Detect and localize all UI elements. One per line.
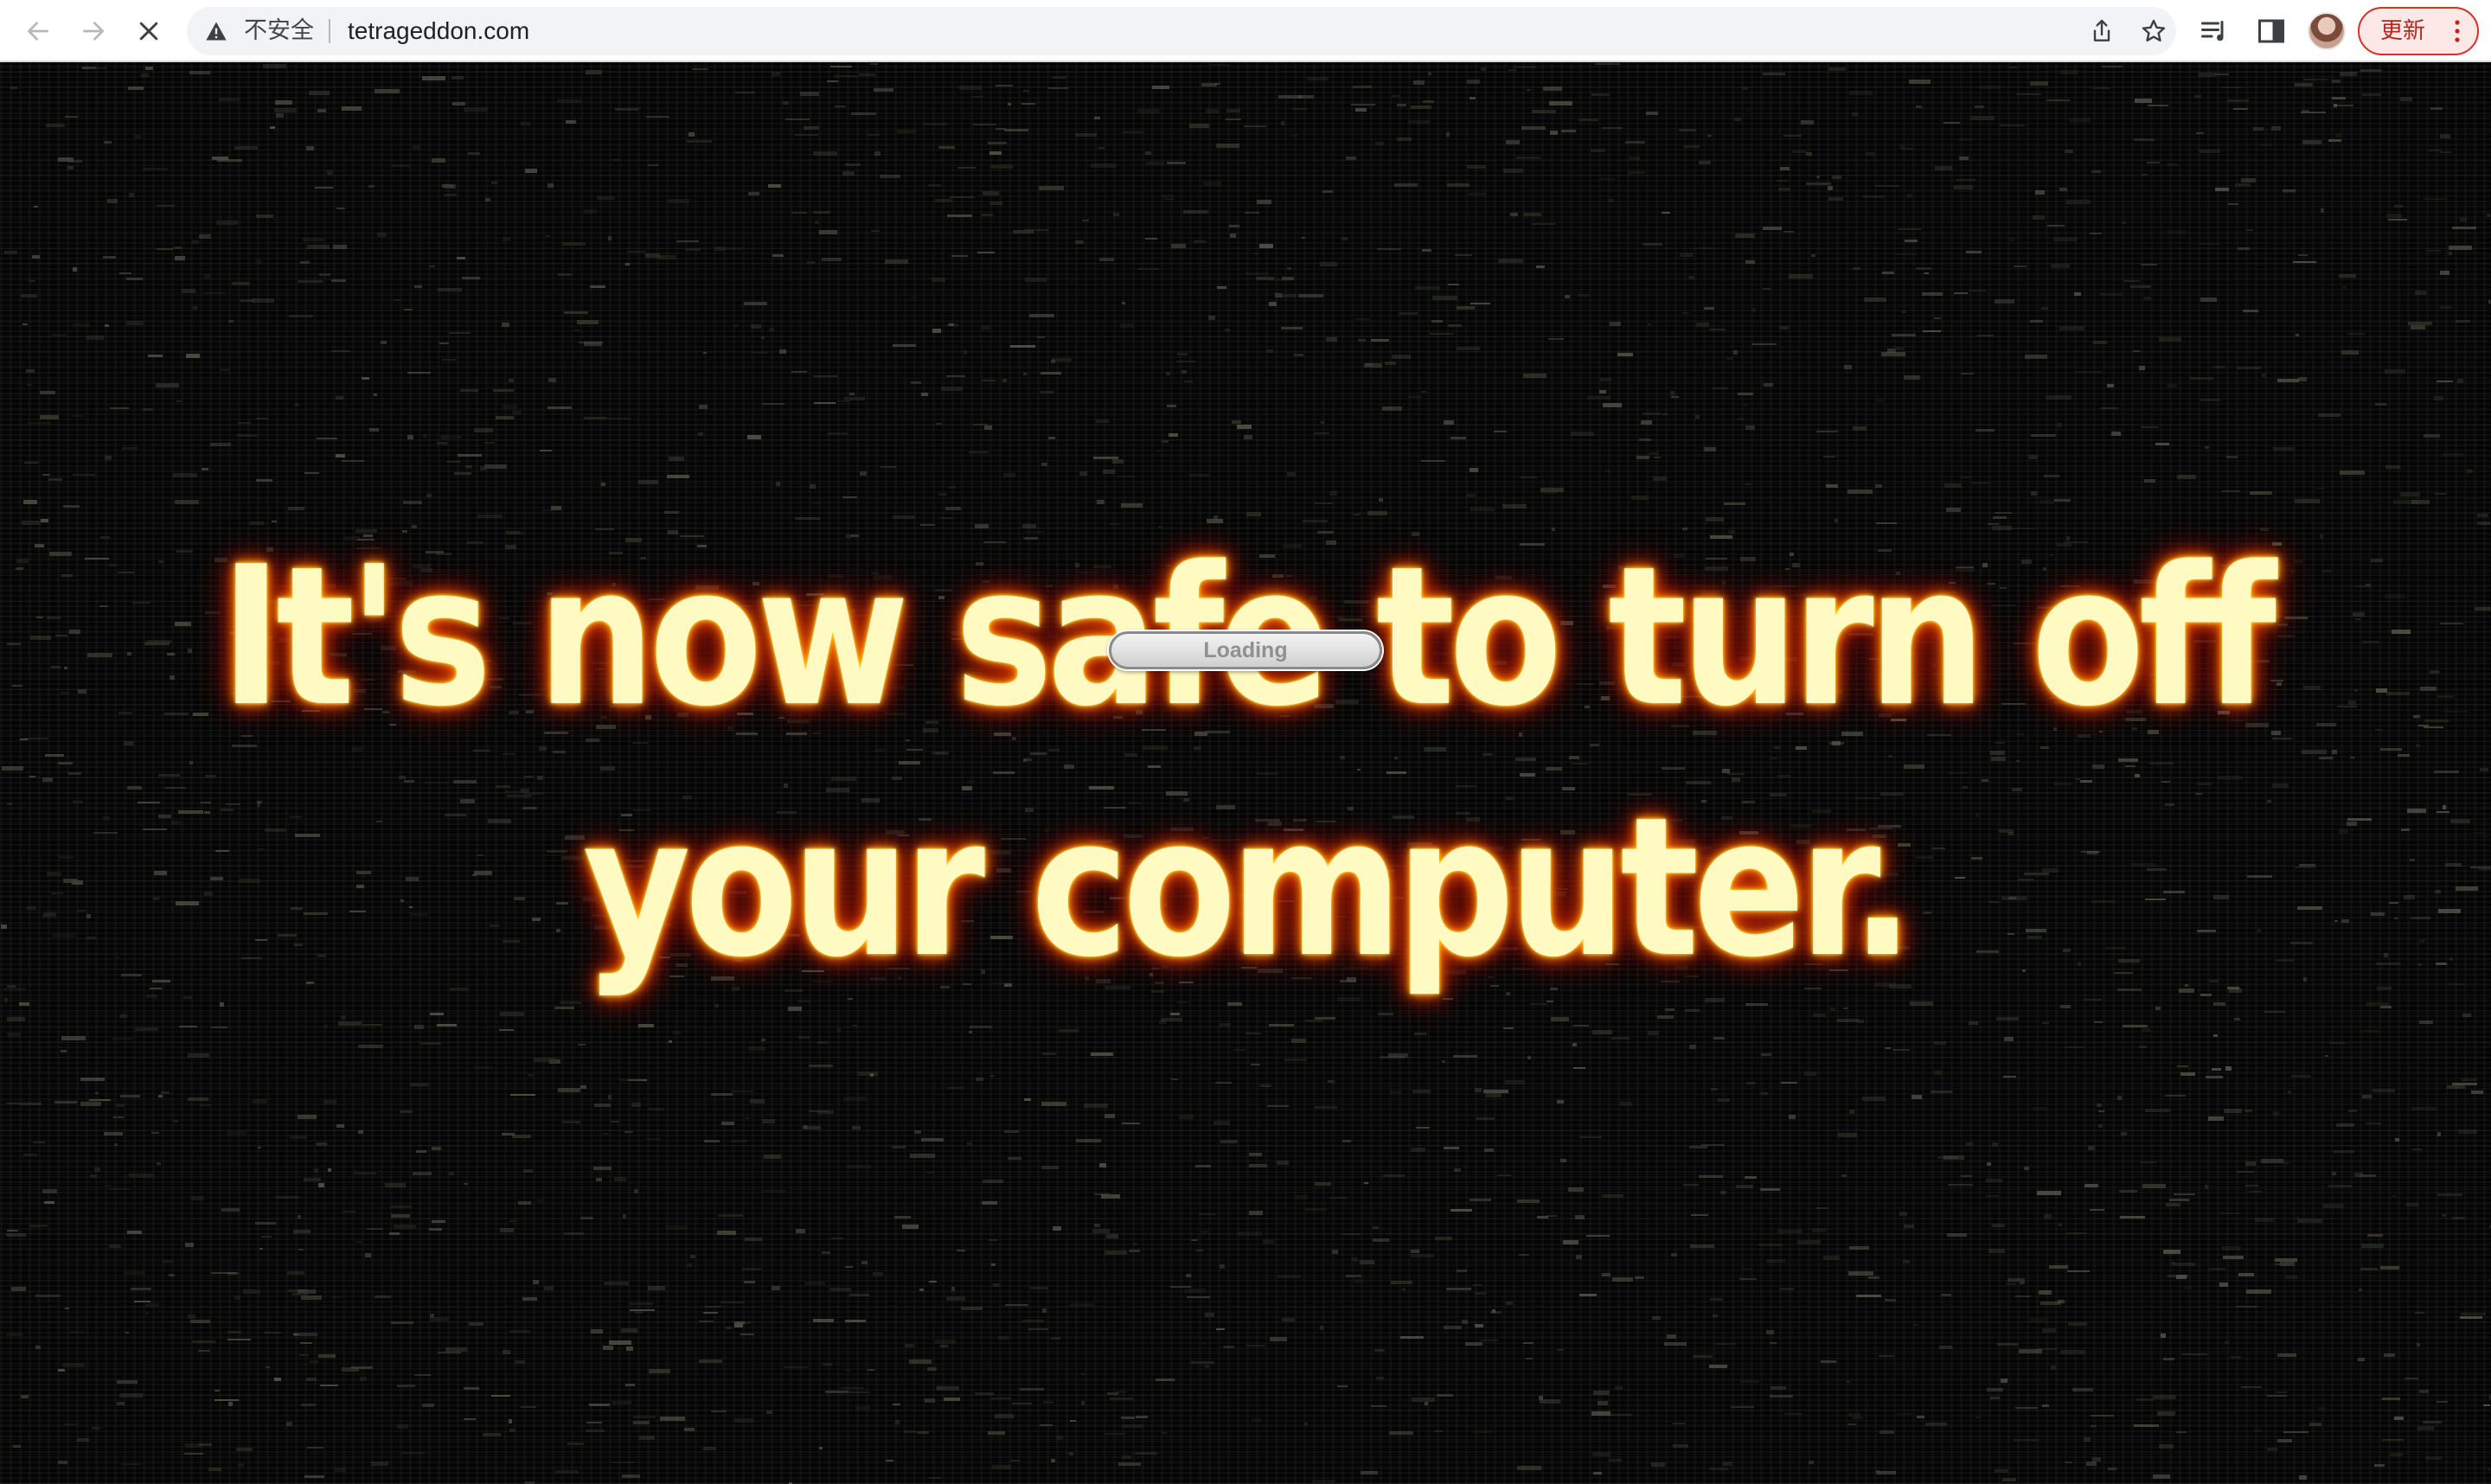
update-button[interactable]: 更新: [2358, 7, 2479, 55]
reading-list-icon[interactable]: [2199, 16, 2230, 47]
address-bar[interactable]: 不安全 tetrageddon.com: [187, 7, 2176, 55]
kebab-menu-icon: [2455, 20, 2460, 42]
update-button-label: 更新: [2380, 18, 2426, 44]
shutdown-message-line-2: your computer.: [583, 777, 1914, 1000]
url-text[interactable]: tetrageddon.com: [348, 7, 529, 55]
security-status-label[interactable]: 不安全: [244, 7, 314, 55]
stop-loading-button[interactable]: [128, 10, 170, 52]
close-icon: [139, 22, 158, 41]
star-icon[interactable]: [2140, 17, 2168, 45]
loading-indicator: Loading: [1109, 631, 1382, 669]
forward-button[interactable]: [73, 10, 114, 52]
warning-triangle-icon[interactable]: [204, 19, 228, 43]
profile-avatar[interactable]: [2308, 12, 2346, 50]
back-arrow-icon: [28, 22, 48, 41]
browser-toolbar: 不安全 tetrageddon.com 更新: [0, 0, 2491, 62]
forward-arrow-icon: [83, 22, 104, 41]
omnibox-divider: [329, 19, 330, 43]
share-icon[interactable]: [2088, 17, 2116, 45]
page-viewport: It's now safe to turn off your computer.…: [0, 62, 2491, 1484]
shutdown-message: It's now safe to turn off your computer.: [175, 512, 2317, 1014]
back-button[interactable]: [17, 10, 59, 52]
side-panel-icon[interactable]: [2256, 16, 2287, 47]
